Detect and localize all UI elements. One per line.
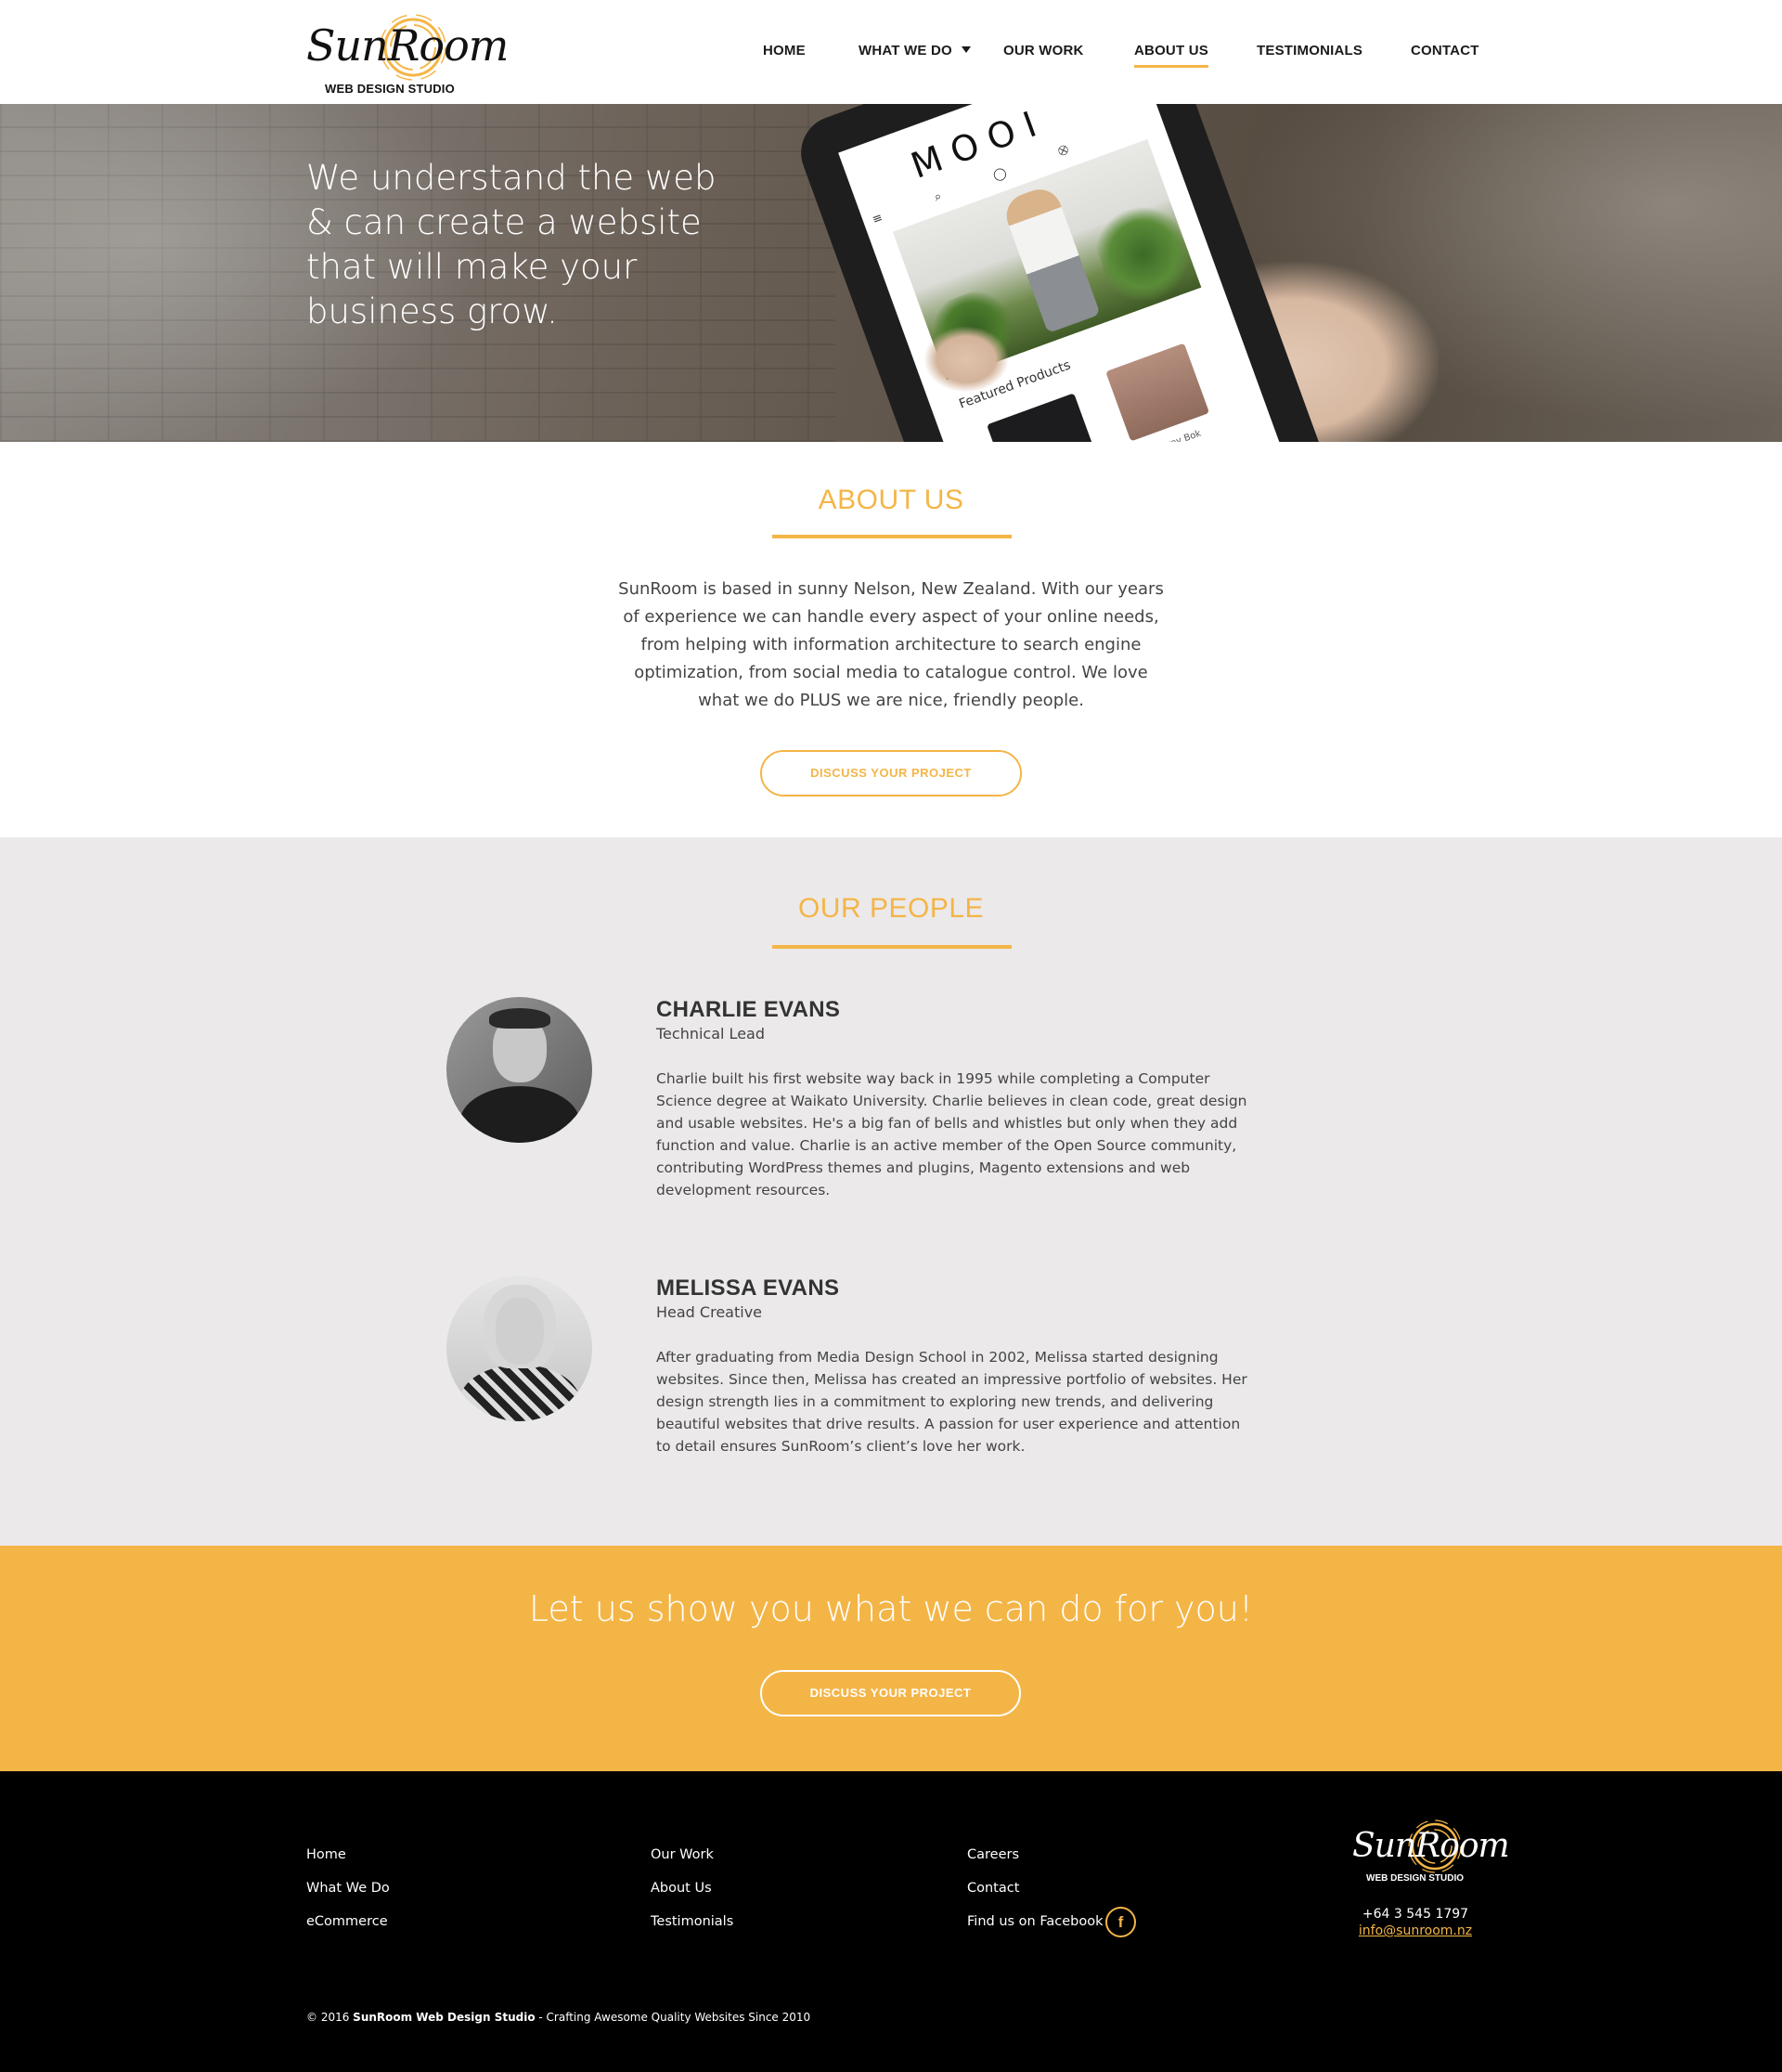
sunroom-logo[interactable]: SunRoom WEB DESIGN STUDIO xyxy=(306,7,509,98)
nav-contact[interactable]: CONTACT xyxy=(1411,43,1479,58)
footer-link-facebook[interactable]: Find us on Facebook xyxy=(967,1914,1103,1929)
cta-banner: Let us show you what we can do for you! … xyxy=(0,1546,1782,1771)
about-title-rule xyxy=(772,535,1012,538)
people-title: OUR PEOPLE xyxy=(797,893,985,924)
cta-headline: Let us show you what we can do for you! xyxy=(528,1588,1254,1629)
product-image xyxy=(987,393,1103,442)
avatar xyxy=(446,997,592,1143)
person-role: Head Creative xyxy=(656,1303,762,1321)
footer-link-our-work[interactable]: Our Work xyxy=(651,1847,714,1862)
footer-link-careers[interactable]: Careers xyxy=(967,1847,1019,1862)
nav-about-us[interactable]: ABOUT US xyxy=(1134,43,1208,68)
footer-logo-tagline: WEB DESIGN STUDIO xyxy=(1366,1873,1465,1884)
page: SunRoom WEB DESIGN STUDIO HOME WHAT WE D… xyxy=(0,0,1782,2072)
cta-discuss-project-button[interactable]: DISCUSS YOUR PROJECT xyxy=(760,1670,1021,1716)
people-section: OUR PEOPLE CHARLIE EVANS Technical Lead … xyxy=(0,837,1782,1546)
about-section: ABOUT US SunRoom is based in sunny Nelso… xyxy=(0,442,1782,837)
copyright-company: SunRoom Web Design Studio xyxy=(353,2011,536,2024)
site-header: SunRoom WEB DESIGN STUDIO HOME WHAT WE D… xyxy=(0,0,1782,104)
plant-image xyxy=(1086,191,1200,317)
nav-what-we-do[interactable]: WHAT WE DO xyxy=(859,43,971,58)
chevron-down-icon xyxy=(961,46,971,53)
logo-tagline: WEB DESIGN STUDIO xyxy=(325,82,455,96)
nav-testimonials[interactable]: TESTIMONIALS xyxy=(1257,43,1362,58)
site-footer: Home What We Do eCommerce Our Work About… xyxy=(0,1771,1782,2072)
model-image xyxy=(1000,183,1101,334)
nav-what-we-do-label: WHAT WE DO xyxy=(859,43,952,58)
copyright-suffix: - Crafting Awesome Quality Websites Sinc… xyxy=(535,2011,811,2024)
hero-headline: We understand the web & can create a web… xyxy=(306,158,717,331)
product-image xyxy=(1105,343,1210,442)
footer-link-about-us[interactable]: About Us xyxy=(651,1881,712,1896)
copyright-prefix: © 2016 xyxy=(306,2011,354,2024)
person-bio: Charlie built his first website way back… xyxy=(656,1070,1247,1198)
footer-logo[interactable]: SunRoom WEB DESIGN STUDIO xyxy=(1350,1816,1510,1886)
nav-home[interactable]: HOME xyxy=(763,43,806,58)
footer-link-testimonials[interactable]: Testimonials xyxy=(651,1914,733,1929)
facebook-icon[interactable]: f xyxy=(1105,1907,1136,1937)
person-bio: After graduating from Media Design Schoo… xyxy=(656,1349,1247,1455)
copyright: © 2016 SunRoom Web Design Studio - Craft… xyxy=(306,2011,810,2024)
footer-link-ecommerce[interactable]: eCommerce xyxy=(306,1914,388,1929)
discuss-project-button[interactable]: DISCUSS YOUR PROJECT xyxy=(760,750,1022,796)
footer-link-what-we-do[interactable]: What We Do xyxy=(306,1881,390,1896)
about-title: ABOUT US xyxy=(818,485,964,515)
avatar xyxy=(446,1276,592,1421)
footer-link-home[interactable]: Home xyxy=(306,1847,346,1862)
hero-banner: MOOI ≡ ⌕ ◯ ⛒ Featured Products Jem Grey … xyxy=(0,104,1782,442)
footer-email-link[interactable]: info@sunroom.nz xyxy=(1281,1923,1550,1938)
about-body: SunRoom is based in sunny Nelson, New Ze… xyxy=(618,579,1164,710)
logo-wordmark: SunRoom xyxy=(306,20,509,71)
footer-phone: +64 3 545 1797 xyxy=(1362,1907,1469,1922)
footer-link-contact[interactable]: Contact xyxy=(967,1881,1019,1896)
nav-our-work[interactable]: OUR WORK xyxy=(1003,43,1084,58)
person-name: CHARLIE EVANS xyxy=(656,997,841,1022)
footer-logo-wordmark: SunRoom xyxy=(1352,1827,1510,1865)
thumb-image xyxy=(924,327,1008,392)
person-role: Technical Lead xyxy=(656,1025,765,1042)
people-title-rule xyxy=(772,945,1012,949)
person-name: MELISSA EVANS xyxy=(656,1276,840,1301)
